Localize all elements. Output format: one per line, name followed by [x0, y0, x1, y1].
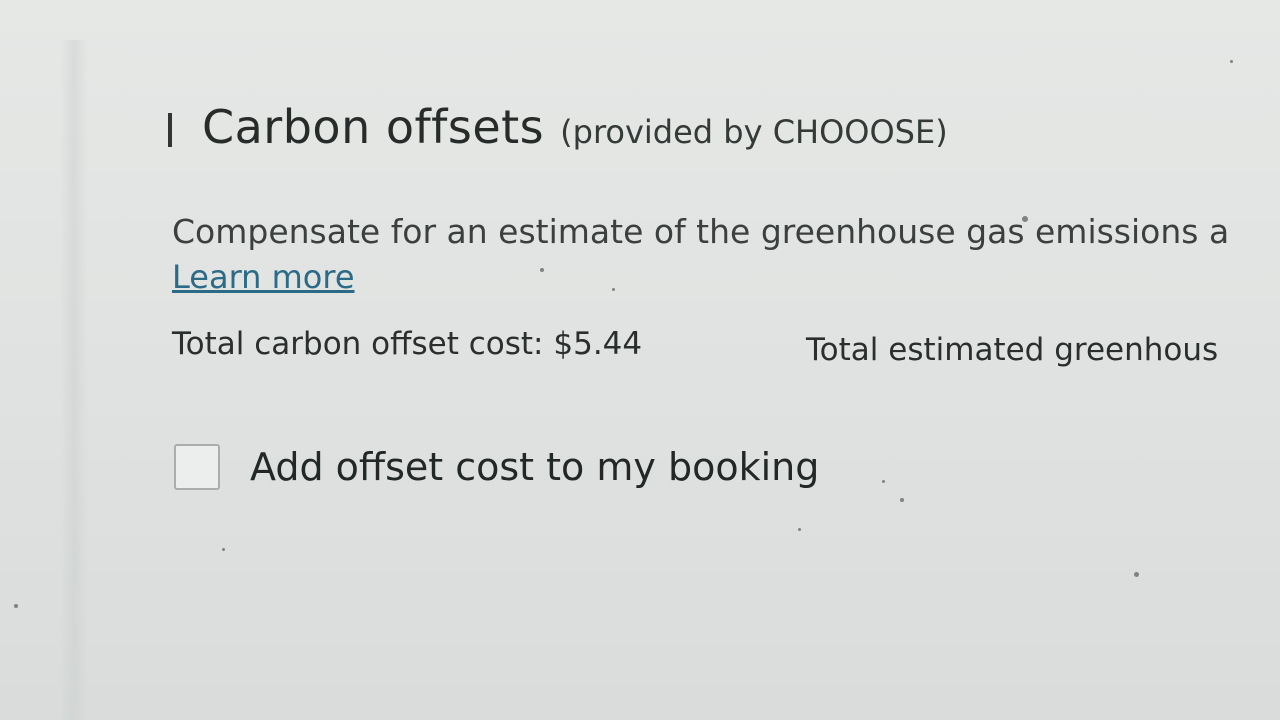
dust-speck [1022, 216, 1028, 222]
dust-speck [14, 604, 18, 608]
dust-speck [540, 268, 544, 272]
learn-more-link[interactable]: Learn more [172, 258, 355, 296]
dust-speck [222, 548, 225, 551]
dust-speck [612, 288, 615, 291]
dust-speck [798, 528, 801, 531]
section-heading: Carbon offsets (provided by CHOOOSE) [168, 100, 1280, 154]
offset-cost-value: $5.44 [553, 326, 643, 362]
screen: Carbon offsets (provided by CHOOOSE) Com… [0, 0, 1280, 720]
dust-speck [900, 498, 904, 502]
provider-note: (provided by CHOOOSE) [560, 113, 948, 151]
dust-speck [882, 480, 885, 483]
vertical-bar-icon [168, 113, 172, 147]
checkbox-unchecked-icon[interactable] [174, 444, 220, 490]
add-offset-option[interactable]: Add offset cost to my booking [174, 444, 819, 490]
description-text: Compensate for an estimate of the greenh… [172, 212, 1230, 251]
offset-cost-row: Total carbon offset cost: $5.44 [172, 326, 642, 362]
left-shade [60, 40, 88, 720]
dust-speck [1134, 572, 1139, 577]
section-title: Carbon offsets [202, 100, 545, 154]
emissions-label: Total estimated greenhous [806, 332, 1219, 368]
dust-speck [1230, 60, 1233, 63]
offset-cost-label: Total carbon offset cost: [172, 326, 544, 362]
carbon-offsets-section: Carbon offsets (provided by CHOOOSE) Com… [168, 100, 1280, 490]
add-offset-label[interactable]: Add offset cost to my booking [250, 445, 819, 489]
